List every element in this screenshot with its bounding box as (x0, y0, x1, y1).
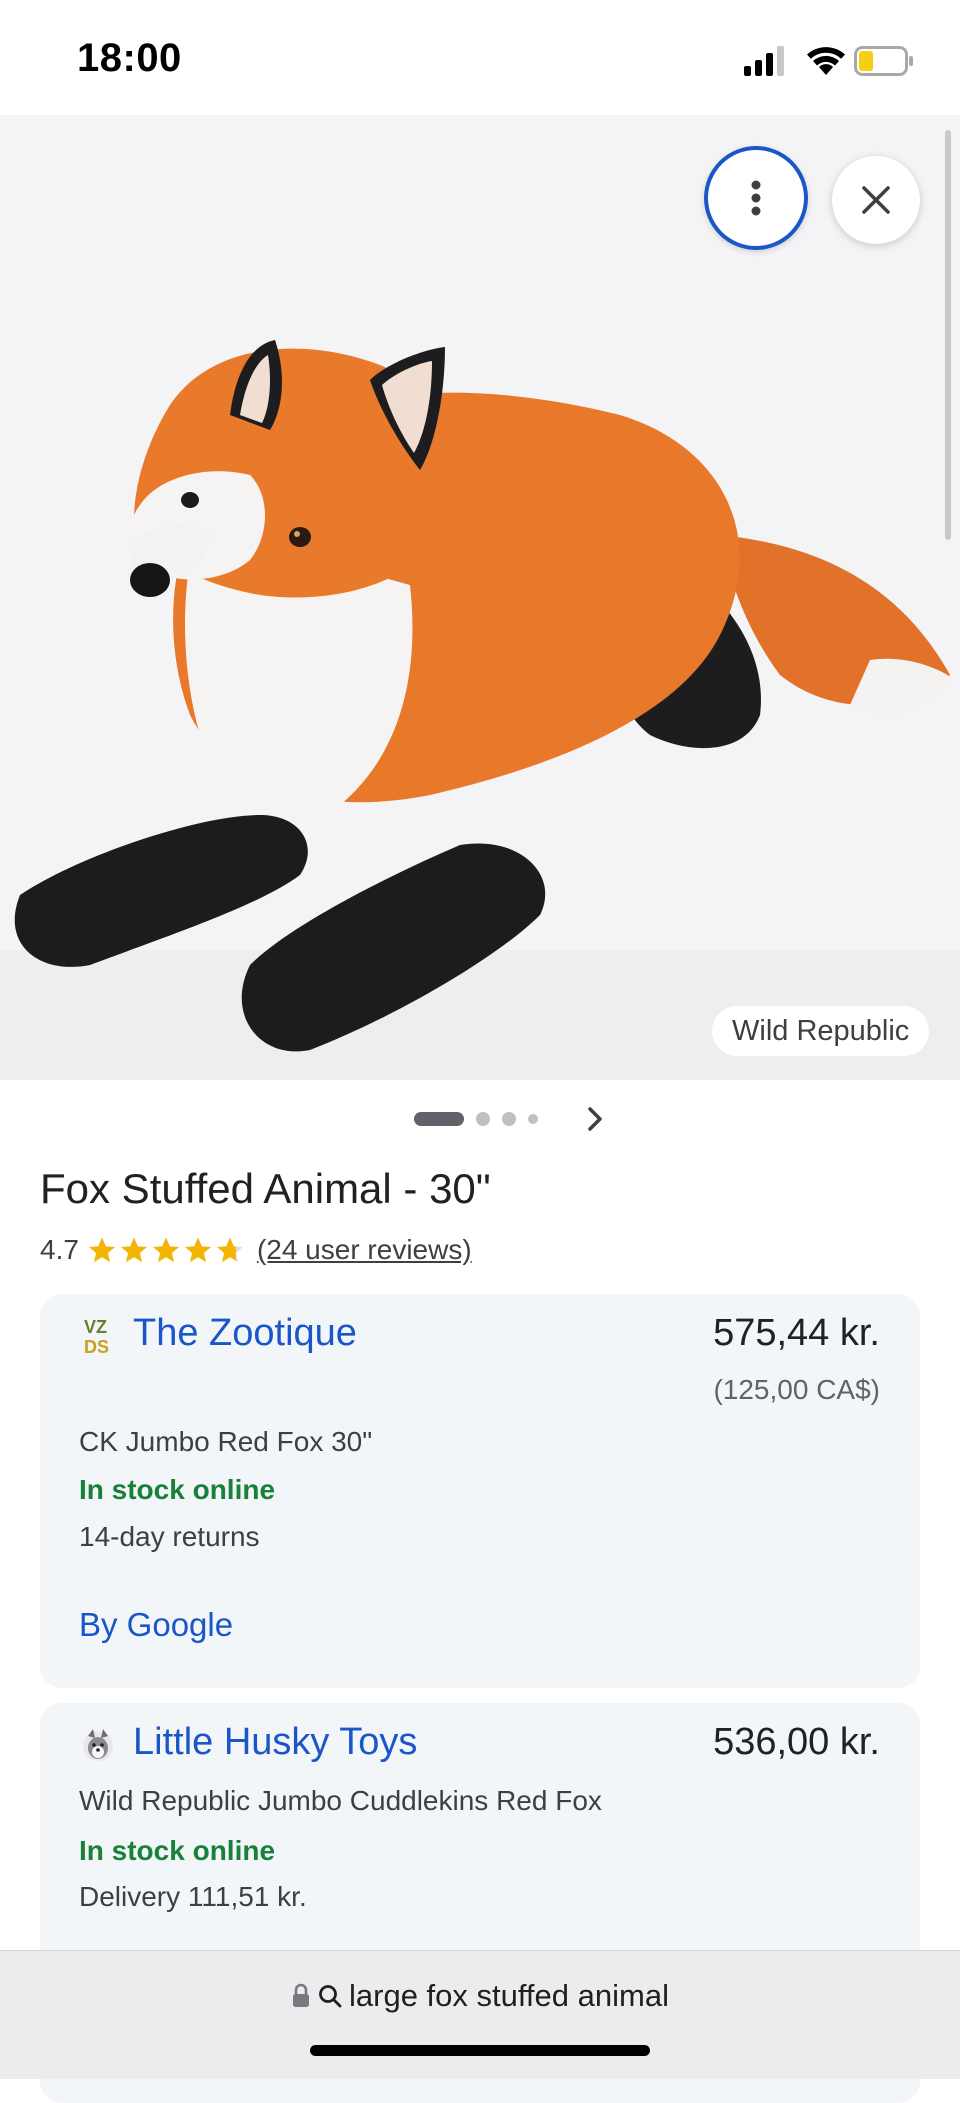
status-bar: 18:00 (0, 0, 960, 115)
lock-icon (293, 1983, 310, 2007)
product-title: Fox Stuffed Animal - 30" (40, 1165, 491, 1212)
delivery-cost: Delivery 111,51 kr. (79, 1881, 307, 1912)
seller-logo: VZ DS (80, 1316, 116, 1356)
svg-text:VZ: VZ (84, 1317, 107, 1337)
browser-address-bar[interactable] (0, 1950, 960, 2079)
carousel-dot[interactable] (502, 1112, 516, 1126)
star-icon (88, 1237, 115, 1263)
star-rating (87, 1236, 245, 1264)
product-image-viewer[interactable]: Wild Republic (0, 115, 960, 1080)
close-icon (862, 186, 890, 214)
zootique-logo-icon: VZ DS (84, 1317, 109, 1356)
star-icon (152, 1237, 179, 1263)
wifi-icon (807, 47, 845, 75)
returns-policy: 14-day returns (79, 1521, 260, 1552)
stock-status: In stock online (79, 1474, 276, 1505)
image-source-chip[interactable]: Wild Republic (712, 1006, 930, 1056)
rating-row: 4.7 (24 user reviews) (40, 1234, 472, 1266)
cellular-signal-icon (744, 46, 784, 76)
svg-text:DS: DS (84, 1337, 109, 1356)
more-options-button[interactable] (704, 146, 808, 250)
offer-description: CK Jumbo Red Fox 30" (79, 1426, 373, 1457)
more-vert-icon (751, 180, 761, 216)
carousel-dot[interactable] (528, 1114, 538, 1124)
star-icon (120, 1237, 147, 1263)
image-scrollbar[interactable] (945, 130, 951, 540)
seller-name-link[interactable]: Little Husky Toys (133, 1721, 417, 1764)
offer-price-converted: (125,00 CA$) (713, 1374, 880, 1405)
seller-logo (80, 1726, 116, 1766)
home-indicator[interactable] (310, 2045, 650, 2056)
star-icon (216, 1237, 243, 1263)
close-button[interactable] (832, 156, 920, 244)
carousel-indicators[interactable] (414, 1110, 538, 1128)
chevron-right-icon[interactable] (580, 1104, 610, 1134)
husky-logo-icon (83, 1729, 113, 1761)
address-text: large fox stuffed animal (349, 1978, 669, 2013)
status-time: 18:00 (77, 36, 182, 80)
offer-card[interactable]: VZ DS The Zootique 575,44 kr. (125,00 CA… (40, 1294, 920, 1688)
search-icon (319, 1985, 342, 2008)
address-field[interactable]: large fox stuffed animal (0, 1978, 960, 2014)
star-icon (184, 1237, 211, 1263)
stock-status: In stock online (79, 1835, 276, 1866)
offer-price: 575,44 kr. (713, 1312, 880, 1354)
seller-name-link[interactable]: The Zootique (133, 1312, 357, 1355)
carousel-dot[interactable] (476, 1112, 490, 1126)
user-reviews-link[interactable]: (24 user reviews) (257, 1234, 472, 1266)
rating-value: 4.7 (40, 1234, 79, 1265)
carousel-dot-active[interactable] (414, 1112, 464, 1126)
by-google-link[interactable]: By Google (79, 1606, 233, 1644)
battery-icon (854, 46, 913, 76)
fox-plush-image (0, 115, 960, 1080)
offer-description: Wild Republic Jumbo Cuddlekins Red Fox (79, 1785, 602, 1816)
offer-price: 536,00 kr. (713, 1721, 880, 1763)
